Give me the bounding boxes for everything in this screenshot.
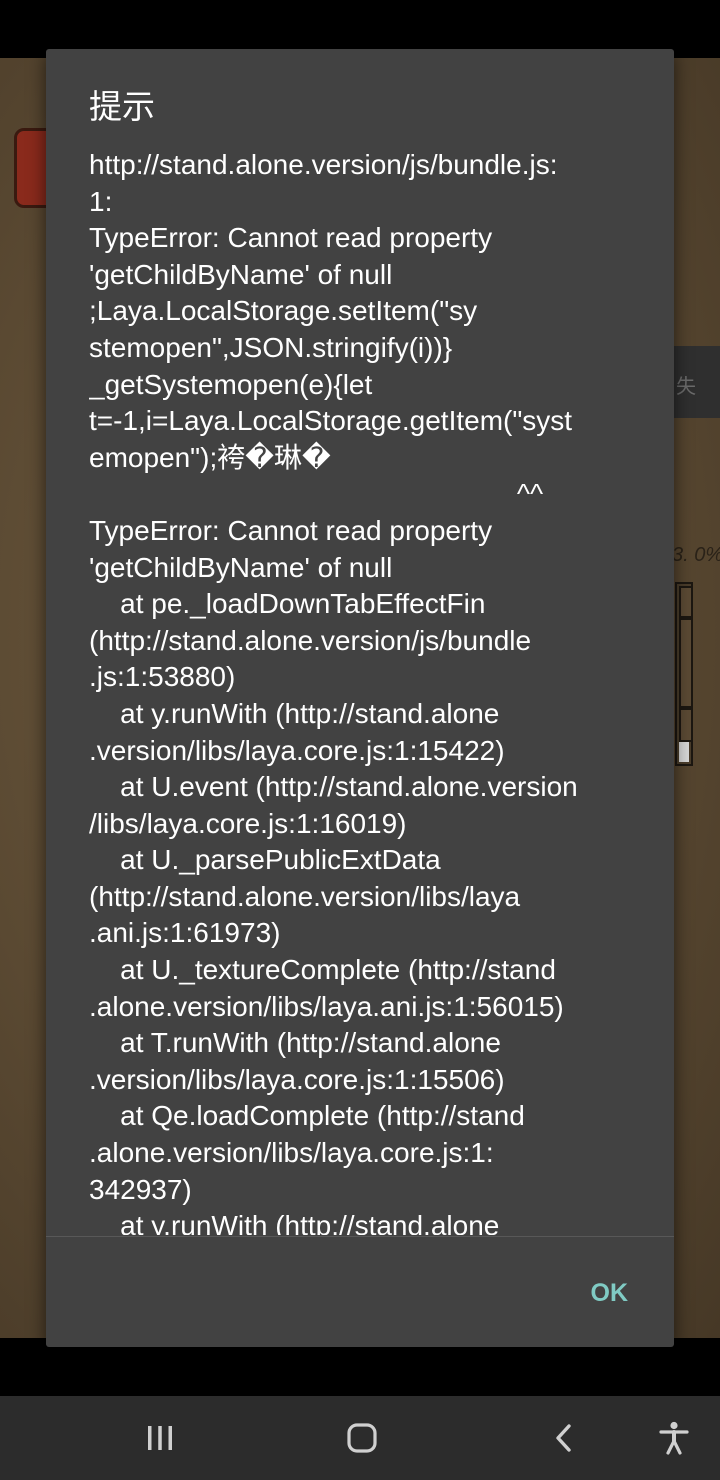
game-scrollbar-segment bbox=[679, 586, 693, 618]
dialog-message: http://stand.alone.version/js/bundle.js:… bbox=[89, 149, 578, 1235]
dialog-message-scroll-area[interactable]: http://stand.alone.version/js/bundle.js:… bbox=[89, 147, 649, 1235]
home-button[interactable] bbox=[334, 1410, 390, 1466]
back-icon bbox=[556, 1424, 571, 1452]
game-side-tab-label: 失 bbox=[676, 376, 696, 398]
home-icon bbox=[347, 1423, 377, 1453]
screen: 失 3. 0% 提示 http://stand.alone.version/js… bbox=[0, 0, 720, 1480]
accessibility-icon bbox=[659, 1421, 689, 1455]
dialog-title: 提示 bbox=[89, 88, 155, 125]
recent-apps-button[interactable] bbox=[132, 1410, 188, 1466]
game-scrollbar-segment bbox=[679, 618, 693, 708]
alert-dialog: 提示 http://stand.alone.version/js/bundle.… bbox=[46, 49, 674, 1347]
dialog-divider bbox=[46, 1236, 674, 1237]
game-scrollbar bbox=[675, 582, 693, 766]
game-side-tab: 失 bbox=[672, 346, 720, 418]
ok-button[interactable]: OK bbox=[591, 1275, 629, 1311]
accessibility-button[interactable] bbox=[646, 1410, 702, 1466]
game-scrollbar-segment bbox=[679, 708, 693, 742]
navigation-bar bbox=[0, 1396, 720, 1480]
game-progress-text: 3. 0% bbox=[672, 544, 720, 566]
recent-apps-icon bbox=[148, 1426, 172, 1450]
back-button[interactable] bbox=[536, 1410, 592, 1466]
game-scrollbar-thumb bbox=[679, 742, 689, 762]
